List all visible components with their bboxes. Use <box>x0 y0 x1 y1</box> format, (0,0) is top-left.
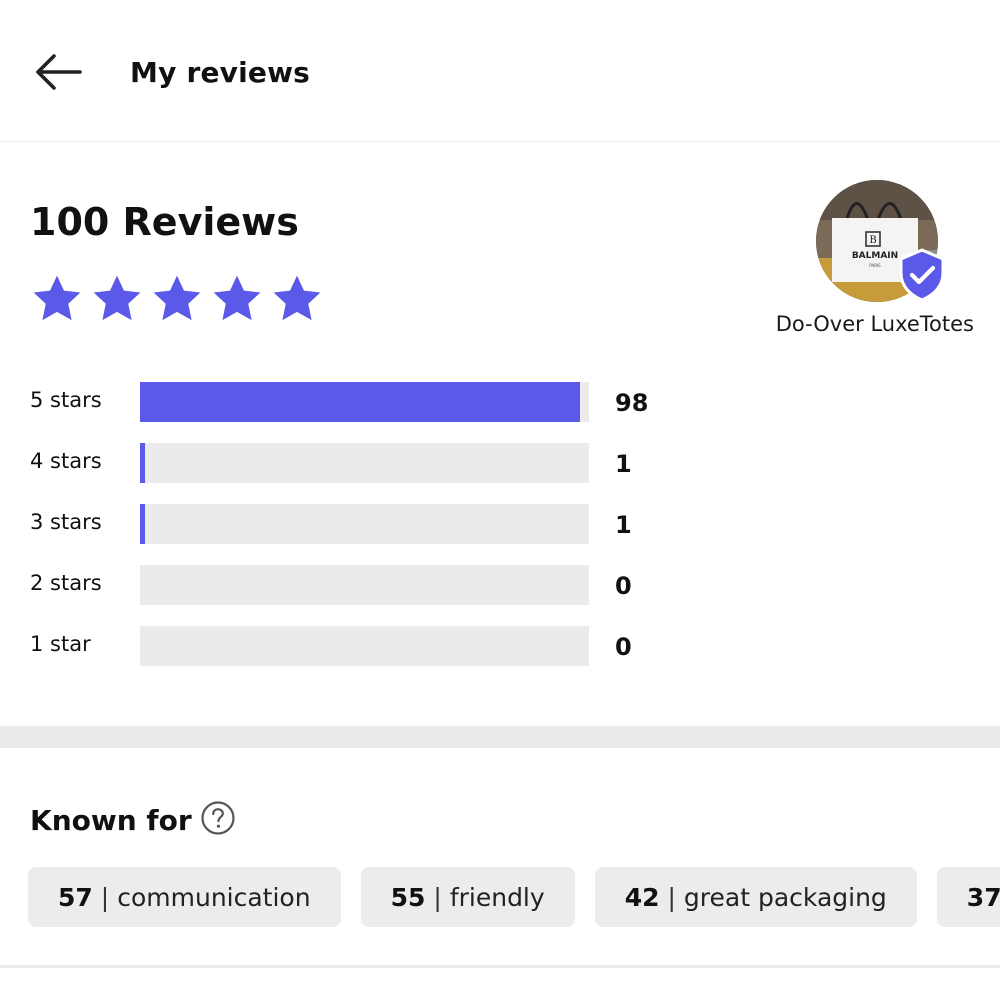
tag-count: 57 <box>58 882 93 912</box>
rating-row: 2 stars 0 <box>30 565 710 605</box>
rating-bar-track <box>140 565 589 605</box>
known-for-tags: 57 | communication 55 | friendly 42 | great pack… <box>28 867 1000 927</box>
rating-row: 1 star 0 <box>30 626 710 666</box>
avatar-brand-sub: PARIS <box>869 263 881 268</box>
back-button[interactable] <box>30 48 86 96</box>
star-icon <box>93 275 141 321</box>
star-icon <box>213 275 261 321</box>
tag-label: communication <box>117 882 311 912</box>
known-for-tag[interactable]: 42 | great packaging <box>594 867 917 927</box>
seller-profile[interactable]: B BALMAIN PARIS Do-Over LuxeTotes <box>744 180 974 340</box>
rating-row-label: 1 star <box>30 632 91 656</box>
question-circle-icon[interactable] <box>200 800 236 836</box>
tag-separator: | <box>433 882 442 912</box>
tag-label: great packaging <box>683 882 887 912</box>
review-summary: 100 Reviews B BALMAIN PARIS Do-Over Luxe… <box>0 142 1000 726</box>
star-icon <box>273 275 321 321</box>
known-for-tag[interactable]: 57 | communication <box>28 867 341 927</box>
seller-name[interactable]: Do-Over LuxeTotes <box>776 312 974 336</box>
avatar-brand-text: BALMAIN <box>852 251 898 261</box>
rating-row-label: 4 stars <box>30 449 102 473</box>
rating-bar-track <box>140 382 589 422</box>
tag-label: friendly <box>449 882 545 912</box>
rating-row-label: 2 stars <box>30 571 102 595</box>
rating-row-count: 1 <box>615 450 632 478</box>
rating-row: 3 stars 1 <box>30 504 710 544</box>
rating-bar-track <box>140 504 589 544</box>
page-title: My reviews <box>130 56 311 89</box>
known-for-tag[interactable]: 55 | friendly <box>360 867 575 927</box>
rating-row-count: 98 <box>615 389 649 417</box>
rating-row: 4 stars 1 <box>30 443 710 483</box>
tag-count: 42 <box>624 882 660 912</box>
star-rating <box>30 272 324 326</box>
section-divider <box>0 726 1000 748</box>
tag-separator: | <box>667 882 676 912</box>
rating-bar-fill <box>140 443 145 483</box>
tag-count: 55 <box>390 882 426 912</box>
known-for-tag[interactable]: 37 <box>936 867 1000 927</box>
verified-shield-check-icon <box>899 248 945 302</box>
rating-row-count: 0 <box>615 572 632 600</box>
rating-row-count: 0 <box>615 633 632 661</box>
rating-bar-track <box>140 626 589 666</box>
reviews-count: 100 Reviews <box>30 200 299 244</box>
tag-count: 37 <box>966 882 1000 912</box>
arrow-left-icon <box>36 54 82 90</box>
tag-separator: | <box>100 882 110 912</box>
rating-row-label: 5 stars <box>30 388 102 412</box>
rating-row-label: 3 stars <box>30 510 102 534</box>
svg-text:B: B <box>869 235 876 246</box>
star-icon <box>33 275 81 321</box>
star-icon <box>153 275 201 321</box>
rating-row-count: 1 <box>615 511 632 539</box>
rating-row: 5 stars 98 <box>30 382 710 422</box>
rating-bar-fill <box>140 382 580 422</box>
rating-bar-fill <box>140 504 145 544</box>
header: My reviews <box>0 0 1000 142</box>
known-for-title: Known for <box>30 804 192 837</box>
rating-bar-track <box>140 443 589 483</box>
known-for-section: Known for 57 | communication 55 | friendly 42 |… <box>0 748 1000 968</box>
